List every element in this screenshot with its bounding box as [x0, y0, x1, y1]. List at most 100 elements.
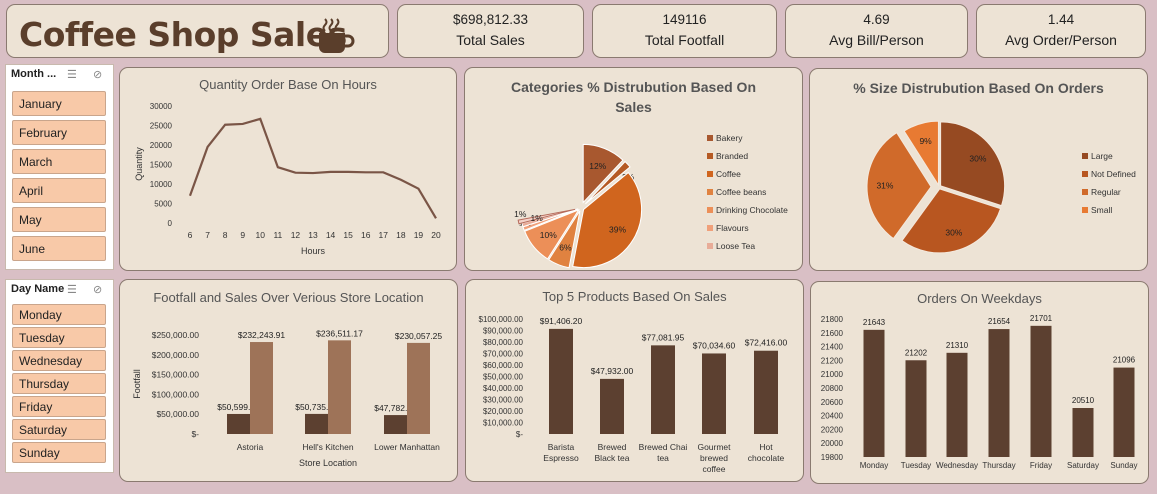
- clear-filter-icon[interactable]: ⊘: [93, 68, 102, 81]
- x-tick-label: 19: [414, 230, 424, 240]
- x-tick-label: 16: [361, 230, 371, 240]
- categories-chart-card: Categories % Distrubution Based On Sales…: [464, 67, 803, 271]
- product-bar: [651, 345, 675, 434]
- bar-data-label: 20510: [1072, 396, 1095, 405]
- weekday-bar: [988, 329, 1010, 457]
- x-tick-label: 18: [396, 230, 406, 240]
- x-axis-label: Store Location: [299, 458, 357, 468]
- bar-data-label: $47,932.00: [591, 366, 634, 376]
- coffee-cup-icon: [319, 18, 355, 53]
- y-tick-label: 20800: [821, 384, 844, 393]
- x-tick-label: Hot chocolate: [748, 442, 785, 463]
- legend-swatch: [1082, 207, 1088, 213]
- slicer-item-february[interactable]: February: [12, 120, 106, 145]
- slice-data-label: 31%: [876, 180, 893, 190]
- legend-label: Small: [1091, 205, 1112, 215]
- slice-data-label: 1%: [531, 213, 544, 223]
- legend-label: Loose Tea: [716, 241, 755, 251]
- bar-data-label: 21310: [946, 341, 969, 350]
- legend-label: Coffee beans: [716, 187, 766, 197]
- x-tick-label: Saturday: [1067, 461, 1099, 470]
- bar-data-label: 21202: [905, 348, 928, 357]
- y-tick-label: 30000: [150, 102, 173, 111]
- legend-swatch: [707, 171, 713, 177]
- y-tick-label: $-: [191, 429, 199, 439]
- multi-select-icon[interactable]: ☰: [67, 68, 77, 81]
- legend-swatch: [707, 153, 713, 159]
- slicer-header: Month ...: [11, 68, 57, 80]
- y-tick-label: $250,000.00: [152, 330, 200, 340]
- bar-data-label: $77,081.95: [642, 332, 685, 342]
- hours-chart-card: Quantity Order Base On Hours 30000 25000 2…: [119, 67, 457, 271]
- y-tick-label: 10000: [150, 180, 173, 189]
- legend-swatch: [1082, 171, 1088, 177]
- slicer-item-wednesday[interactable]: Wednesday: [12, 350, 106, 371]
- y-tick-label: 15000: [150, 161, 173, 170]
- slice-data-label: 39%: [609, 225, 626, 235]
- slicer-item-friday[interactable]: Friday: [12, 396, 106, 417]
- weekday-bar: [1030, 325, 1052, 457]
- x-tick-label: Monday: [860, 461, 888, 470]
- x-tick-label: 7: [205, 230, 210, 240]
- y-tick-label: $50,000.00: [156, 409, 199, 419]
- quantity-series-line: [188, 117, 437, 219]
- kpi-label: Total Sales: [456, 32, 525, 48]
- x-tick-label: 9: [240, 230, 245, 240]
- slicer-item-january[interactable]: January: [12, 91, 106, 116]
- bar-data-label: 21654: [988, 317, 1011, 326]
- x-tick-label: 14: [326, 230, 336, 240]
- x-tick-label: Friday: [1030, 461, 1052, 470]
- slicer-item-april[interactable]: April: [12, 178, 106, 203]
- slicer-item-sunday[interactable]: Sunday: [12, 442, 106, 463]
- y-tick-label: 20400: [821, 412, 844, 421]
- y-tick-label: $70,000.00: [483, 350, 524, 359]
- slicer-item-may[interactable]: May: [12, 207, 106, 232]
- y-tick-label: 20200: [821, 425, 844, 434]
- clear-filter-icon[interactable]: ⊘: [93, 283, 102, 296]
- legend-swatch: [707, 207, 713, 213]
- y-tick-label: 21000: [821, 370, 844, 379]
- weekdays-chart-card: Orders On Weekdays 21800 21600 21400 21200 2…: [810, 281, 1149, 484]
- kpi-value: 149116: [662, 12, 707, 27]
- kpi-total-footfall: 149116 Total Footfall: [592, 4, 777, 58]
- y-tick-label: $90,000.00: [483, 327, 524, 336]
- legend-swatch: [707, 225, 713, 231]
- x-tick-label: 10: [256, 230, 266, 240]
- legend-label: Bakery: [716, 133, 743, 143]
- legend-swatch: [1082, 153, 1088, 159]
- y-tick-label: 5000: [154, 200, 172, 209]
- y-tick-label: 21400: [821, 343, 844, 352]
- x-tick-label: Hell's Kitchen: [302, 442, 354, 452]
- y-tick-label: 19800: [821, 453, 844, 462]
- legend-label: Drinking Chocolate: [716, 205, 788, 215]
- products-bar-chart: $100,000.00 $90,000.00 $80,000.00 $70,000.0…: [479, 315, 788, 474]
- y-tick-label: $150,000.00: [152, 370, 200, 380]
- multi-select-icon[interactable]: ☰: [67, 283, 77, 296]
- footfall-bar: [227, 413, 250, 434]
- footfall-bar: [305, 413, 328, 434]
- hours-line-chart: 30000 25000 20000 15000 10000 5000 0 6 7 8 9 10 11 12…: [134, 102, 441, 256]
- slicer-item-tuesday[interactable]: Tuesday: [12, 327, 106, 348]
- slicer-item-june[interactable]: June: [12, 236, 106, 261]
- slicer-item-monday[interactable]: Monday: [12, 304, 106, 325]
- month-slicer: Month ... ☰ ⊘ January February March Apr…: [5, 64, 114, 270]
- x-tick-label: 13: [308, 230, 318, 240]
- y-tick-label: 21800: [821, 315, 844, 324]
- product-bar: [549, 328, 573, 434]
- slicer-item-thursday[interactable]: Thursday: [12, 373, 106, 394]
- slice-data-label: 30%: [969, 154, 986, 164]
- product-bar: [754, 350, 778, 434]
- y-tick-label: 21600: [821, 329, 844, 338]
- kpi-label: Total Footfall: [644, 32, 725, 48]
- sales-bar: [328, 340, 351, 434]
- y-axis-label: Quantity: [134, 147, 144, 181]
- x-tick-label: Thursday: [982, 461, 1015, 470]
- weekdays-bar-chart: 21800 21600 21400 21200 21000 20800 20600 20400…: [821, 314, 1138, 470]
- kpi-avg-bill: 4.69 Avg Bill/Person: [785, 4, 968, 58]
- x-tick-label: 20: [431, 230, 441, 240]
- slice-data-label: 12%: [589, 161, 606, 171]
- y-tick-label: $40,000.00: [483, 384, 524, 393]
- slicer-item-march[interactable]: March: [12, 149, 106, 174]
- slicer-item-saturday[interactable]: Saturday: [12, 419, 106, 440]
- dashboard-title: Coffee Shop Sales: [19, 15, 347, 54]
